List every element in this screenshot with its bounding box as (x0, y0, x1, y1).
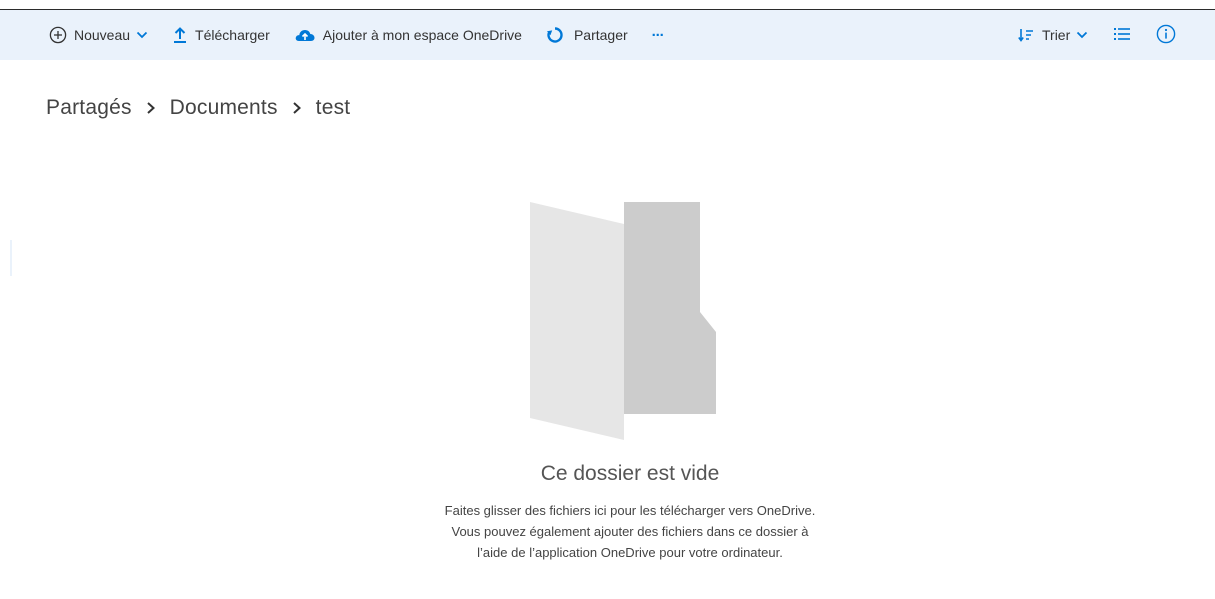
chevron-right-icon (292, 101, 302, 115)
ellipsis-icon: ··· (651, 26, 665, 44)
sort-button-label: Trier (1042, 27, 1071, 43)
share-icon (546, 26, 564, 44)
more-button[interactable]: ··· (651, 10, 665, 60)
chevron-down-icon (1076, 31, 1088, 39)
list-view-icon (1114, 27, 1131, 44)
empty-state-description: Faites glisser des fichiers ici pour les… (300, 500, 960, 563)
empty-state-line: Vous pouvez également ajouter des fichie… (451, 524, 809, 539)
new-button[interactable]: Nouveau (49, 10, 148, 60)
share-button-label: Partager (573, 27, 628, 43)
breadcrumb-item-current: test (315, 96, 351, 119)
empty-state-line: Faites glisser des fichiers ici pour les… (444, 503, 816, 518)
upload-arrow-icon (172, 26, 188, 44)
info-icon (1156, 24, 1176, 47)
info-button[interactable] (1156, 10, 1176, 60)
plus-circle-icon (49, 26, 67, 44)
sort-icon (1018, 27, 1034, 43)
breadcrumb-item-shared[interactable]: Partagés (46, 96, 132, 120)
pane-edge-marker (10, 240, 12, 276)
empty-state-title: Ce dossier est vide (540, 462, 720, 485)
chevron-right-icon (146, 101, 156, 115)
share-button[interactable]: Partager (546, 10, 628, 60)
add-to-onedrive-button[interactable]: Ajouter à mon espace OneDrive (294, 10, 522, 60)
command-bar-left: Nouveau Télécharger Ajouter à mon espace… (49, 10, 665, 60)
breadcrumb-item-documents[interactable]: Documents (170, 96, 278, 120)
new-button-label: Nouveau (74, 27, 131, 43)
command-bar: Nouveau Télécharger Ajouter à mon espace… (0, 10, 1215, 60)
upload-button-label: Télécharger (195, 27, 270, 43)
cloud-add-icon (294, 27, 316, 43)
breadcrumb: Partagés Documents test (46, 96, 350, 120)
upload-button[interactable]: Télécharger (172, 10, 270, 60)
sort-button[interactable]: Trier (1018, 10, 1088, 60)
chevron-down-icon (136, 31, 148, 39)
window-top-edge (0, 0, 1215, 10)
add-to-onedrive-label: Ajouter à mon espace OneDrive (322, 27, 522, 43)
empty-state-line: l’aide de l’application OneDrive pour vo… (477, 545, 783, 560)
empty-folder-illustration (530, 202, 720, 442)
view-toggle-button[interactable] (1114, 10, 1131, 60)
command-bar-right: Trier (1018, 10, 1176, 60)
